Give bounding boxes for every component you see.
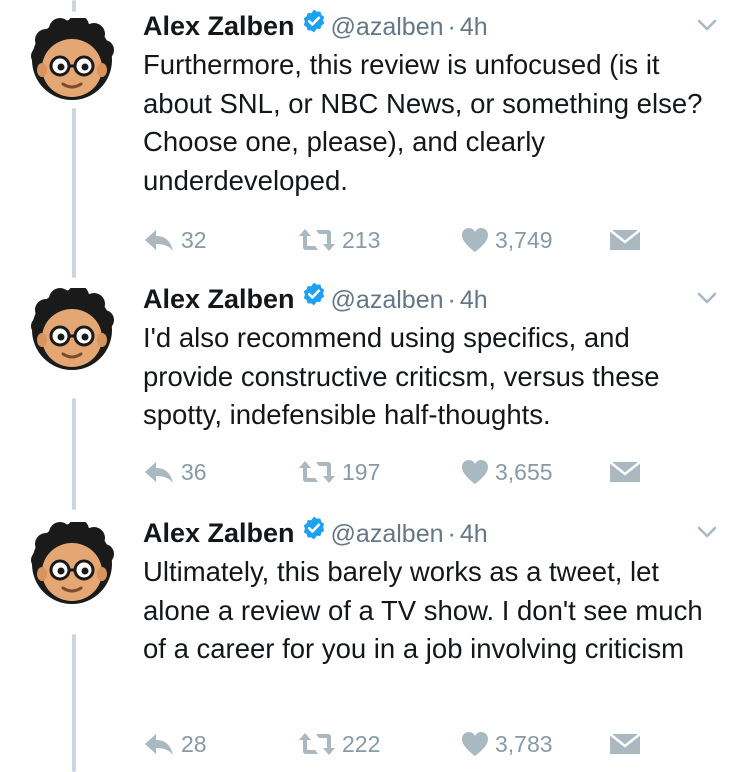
- thread-line: [72, 108, 76, 278]
- envelope-icon: [609, 459, 641, 485]
- timestamp[interactable]: 4h: [460, 13, 488, 41]
- tweet-text: Furthermore, this review is unfocused (i…: [143, 49, 703, 196]
- chevron-down-icon[interactable]: [694, 12, 720, 54]
- retweet-count: 197: [342, 458, 381, 485]
- reply-count: 28: [181, 730, 207, 757]
- tweet-content: Alex Zalben @azalben · 4h Ultimately, this…: [143, 513, 720, 669]
- handle[interactable]: @azalben: [331, 520, 444, 548]
- verified-badge-icon: [301, 281, 327, 323]
- direct-message-button[interactable]: [609, 724, 641, 764]
- like-button[interactable]: 3,655: [461, 452, 553, 492]
- display-name[interactable]: Alex Zalben: [143, 11, 295, 41]
- retweet-button[interactable]: 213: [298, 220, 380, 260]
- separator: ·: [447, 520, 456, 548]
- heart-icon: [461, 459, 489, 485]
- heart-icon: [461, 227, 489, 253]
- chevron-down-icon[interactable]: [694, 519, 720, 561]
- verified-badge-icon: [301, 515, 327, 557]
- handle[interactable]: @azalben: [331, 13, 444, 41]
- like-count: 3,655: [495, 458, 553, 485]
- retweet-icon: [298, 227, 336, 253]
- timestamp[interactable]: 4h: [460, 286, 488, 314]
- avatar-emoji-icon: [31, 285, 114, 370]
- reply-icon: [143, 459, 175, 485]
- retweet-icon: [298, 459, 336, 485]
- retweet-button[interactable]: 222: [298, 724, 380, 764]
- like-count: 3,783: [495, 730, 553, 757]
- thread-line: [72, 634, 76, 772]
- avatar[interactable]: [30, 519, 114, 606]
- retweet-icon: [298, 731, 336, 757]
- retweet-count: 213: [342, 226, 381, 253]
- chevron-down-icon[interactable]: [694, 285, 720, 327]
- reply-icon: [143, 731, 175, 757]
- timestamp[interactable]: 4h: [460, 520, 488, 548]
- tweet-content: Alex Zalben @azalben · 4h Furthermore, thi…: [143, 6, 720, 200]
- direct-message-button[interactable]: [609, 452, 641, 492]
- like-count: 3,749: [495, 226, 553, 253]
- tweet-actions: 36 197 3,655: [143, 452, 663, 492]
- thread-line: [72, 0, 76, 12]
- avatar[interactable]: [30, 15, 114, 102]
- tweet-header: Alex Zalben @azalben · 4h: [143, 279, 720, 319]
- like-button[interactable]: 3,749: [461, 220, 553, 260]
- retweet-count: 222: [342, 730, 381, 757]
- direct-message-button[interactable]: [609, 220, 641, 260]
- tweet-content: Alex Zalben @azalben · 4h I'd also recomme…: [143, 279, 720, 435]
- avatar-emoji-icon: [31, 519, 114, 604]
- reply-icon: [143, 227, 175, 253]
- tweet-header: Alex Zalben @azalben · 4h: [143, 6, 720, 46]
- tweet-text: I'd also recommend using specifics, and …: [143, 322, 660, 430]
- retweet-button[interactable]: 197: [298, 452, 380, 492]
- reply-button[interactable]: 28: [143, 724, 207, 764]
- tweet-text: Ultimately, this barely works as a tweet…: [143, 556, 703, 664]
- separator: ·: [447, 13, 456, 41]
- reply-button[interactable]: 32: [143, 220, 207, 260]
- thread-line: [72, 398, 76, 510]
- tweet-header: Alex Zalben @azalben · 4h: [143, 513, 720, 553]
- like-button[interactable]: 3,783: [461, 724, 553, 764]
- verified-badge-icon: [301, 8, 327, 50]
- reply-count: 36: [181, 458, 207, 485]
- heart-icon: [461, 731, 489, 757]
- envelope-icon: [609, 227, 641, 253]
- avatar-emoji-icon: [31, 15, 114, 100]
- avatar[interactable]: [30, 285, 114, 372]
- envelope-icon: [609, 731, 641, 757]
- reply-count: 32: [181, 226, 207, 253]
- display-name[interactable]: Alex Zalben: [143, 284, 295, 314]
- reply-button[interactable]: 36: [143, 452, 207, 492]
- handle[interactable]: @azalben: [331, 286, 444, 314]
- separator: ·: [447, 286, 456, 314]
- display-name[interactable]: Alex Zalben: [143, 518, 295, 548]
- tweet-actions: 28 222 3,783: [143, 724, 663, 764]
- tweet-actions: 32 213 3,749: [143, 220, 663, 260]
